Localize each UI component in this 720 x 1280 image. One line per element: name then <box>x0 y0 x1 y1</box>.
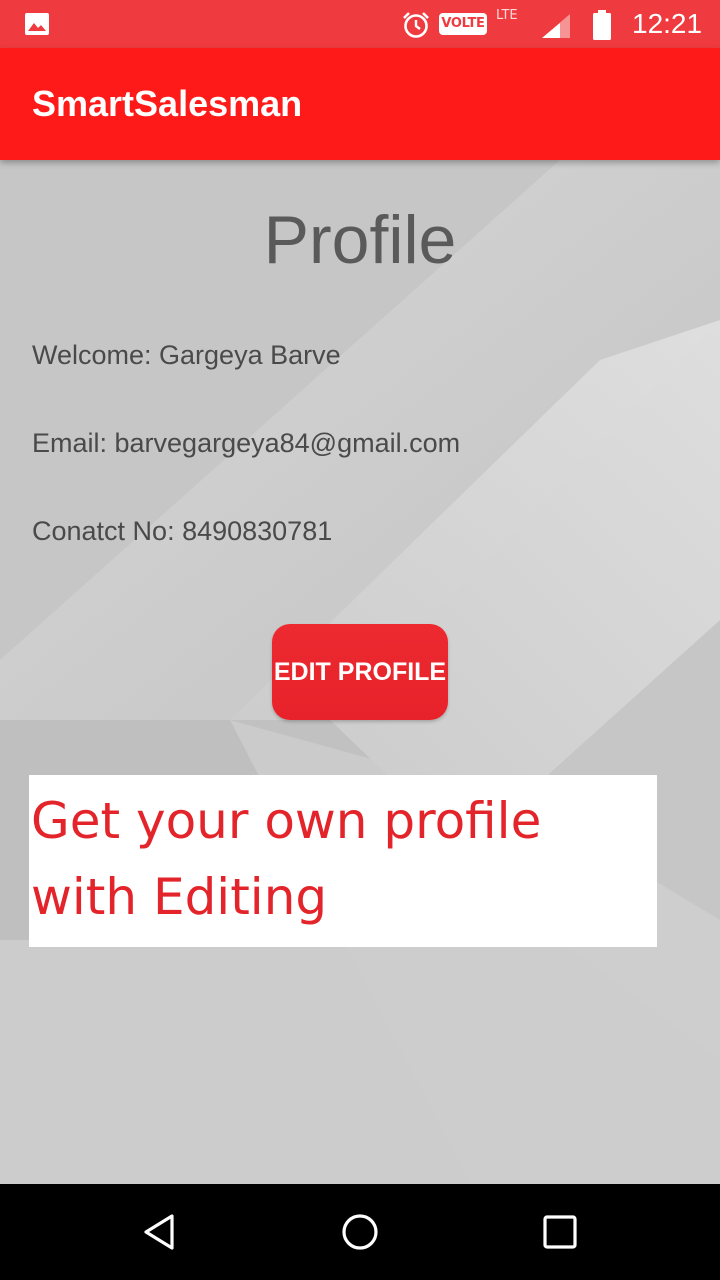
promo-line-1: Get your own profile <box>31 792 542 850</box>
signal-icon <box>542 14 570 38</box>
app-title: SmartSalesman <box>32 83 303 124</box>
battery-icon <box>593 10 611 40</box>
alarm-icon <box>403 12 429 38</box>
promo-banner: Get your own profile with Editing <box>29 775 657 947</box>
promo-text: Get your own profile with Editing <box>31 783 651 935</box>
navigation-bar <box>0 1184 720 1280</box>
home-icon[interactable] <box>336 1208 384 1256</box>
welcome-text: Welcome: Gargeya Barve <box>32 340 341 370</box>
promo-line-2: with Editing <box>31 868 328 926</box>
back-icon[interactable] <box>136 1208 184 1256</box>
email-text: Email: barvegargeya84@gmail.com <box>32 428 461 458</box>
contact-number-text: Conatct No: 8490830781 <box>32 516 333 546</box>
recents-icon[interactable] <box>536 1208 584 1256</box>
image-icon <box>25 13 49 35</box>
profile-screen: Profile Welcome: Gargeya Barve Email: ba… <box>0 160 720 1184</box>
profile-heading: Profile <box>263 202 457 278</box>
lte-label: LTE <box>496 8 518 23</box>
status-bar: VOLTE LTE 12:21 <box>0 0 720 48</box>
volte-badge: VOLTE <box>439 13 487 35</box>
edit-profile-button[interactable]: EDIT PROFILE <box>272 624 448 720</box>
app-bar: SmartSalesman <box>0 48 720 160</box>
status-time: 12:21 <box>632 8 703 39</box>
